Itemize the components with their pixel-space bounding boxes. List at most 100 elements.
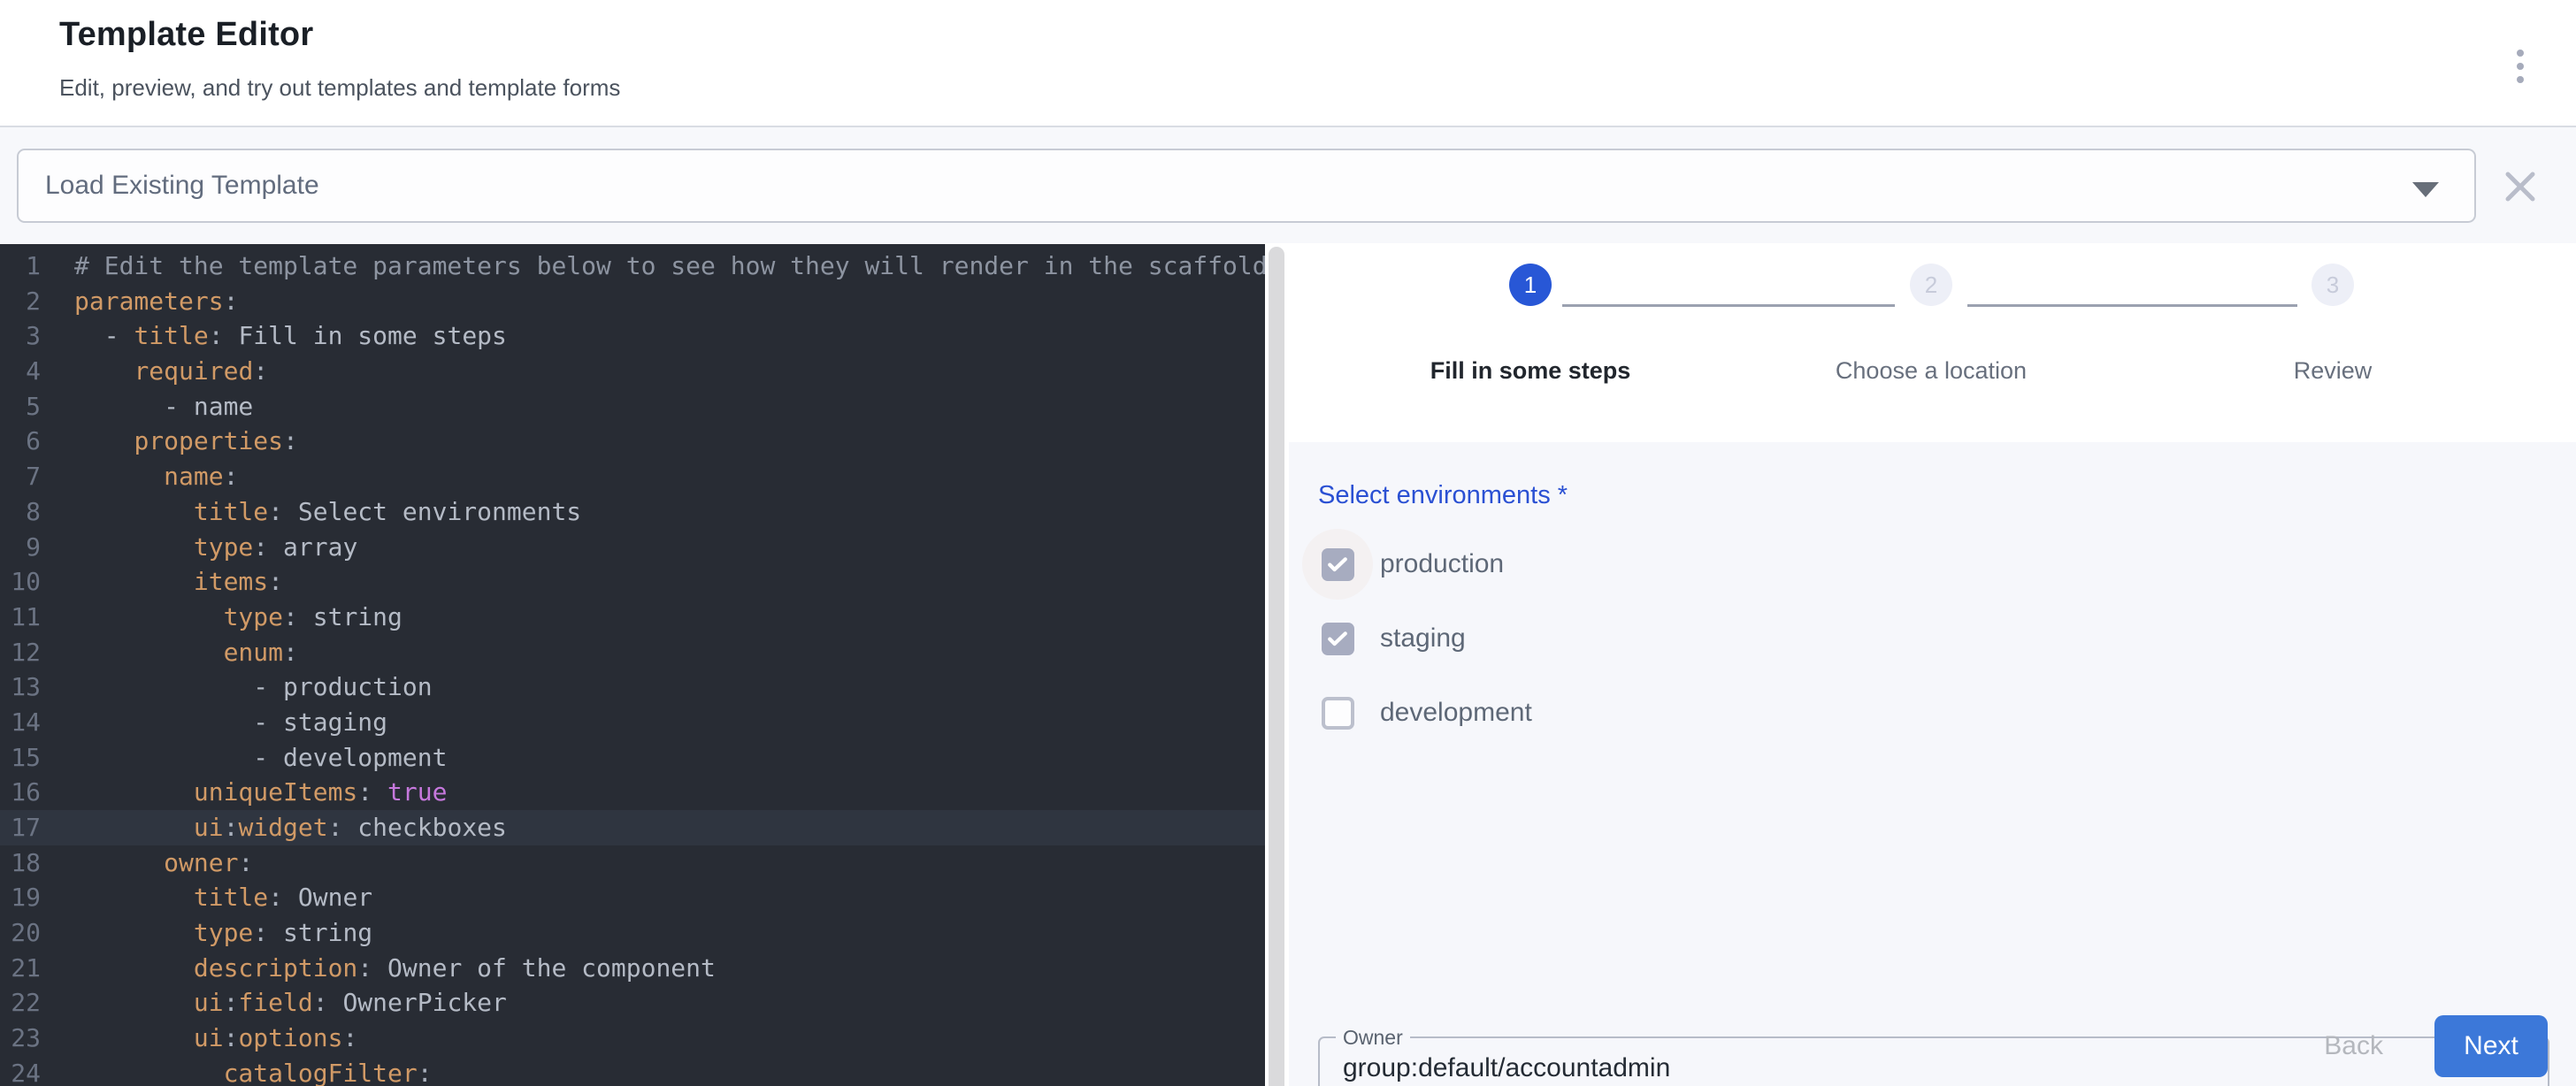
code-text: required: — [41, 354, 268, 389]
load-existing-template-select[interactable]: Load Existing Template — [17, 149, 2476, 223]
checkbox-label[interactable]: production — [1380, 549, 1504, 579]
code-text: uniqueItems: true — [41, 775, 447, 810]
line-number: 24 — [0, 1056, 41, 1086]
line-number: 8 — [0, 494, 41, 530]
step-indicator-3: 3 — [2312, 264, 2354, 306]
page-subtitle: Edit, preview, and try out templates and… — [59, 74, 620, 102]
line-number: 10 — [0, 564, 41, 600]
code-line[interactable]: 15 - development — [0, 740, 1265, 776]
code-line[interactable]: 22 ui:field: OwnerPicker — [0, 985, 1265, 1021]
code-text: ui:widget: checkboxes — [41, 810, 507, 845]
group-label-text: Select environments — [1318, 481, 1551, 509]
code-line[interactable]: 6 properties: — [0, 424, 1265, 459]
line-number: 11 — [0, 600, 41, 635]
code-line[interactable]: 1# Edit the template parameters below to… — [0, 249, 1265, 284]
line-number: 12 — [0, 635, 41, 670]
required-asterisk: * — [1551, 481, 1568, 509]
checkbox-ripple — [1302, 529, 1373, 600]
close-icon — [2498, 164, 2542, 209]
code-text: ui:options: — [41, 1021, 357, 1056]
check-icon — [1324, 551, 1351, 577]
back-button[interactable]: Back — [2312, 1022, 2396, 1070]
checkbox-row-production[interactable]: production — [1302, 527, 1532, 601]
code-line[interactable]: 23 ui:options: — [0, 1021, 1265, 1056]
form-stepper: 1Fill in some steps2Choose a location3Re… — [1284, 244, 2576, 442]
code-line[interactable]: 21 description: Owner of the component — [0, 951, 1265, 986]
code-text: enum: — [41, 635, 298, 670]
vertical-dots-icon — [2517, 50, 2524, 57]
load-template-bar: Load Existing Template — [0, 127, 2576, 243]
page-title: Template Editor — [59, 16, 313, 54]
code-text: name: — [41, 459, 238, 494]
code-line[interactable]: 8 title: Select environments — [0, 494, 1265, 530]
code-line[interactable]: 16 uniqueItems: true — [0, 775, 1265, 810]
vertical-dots-icon — [2517, 76, 2524, 83]
owner-field-value: group:default/accountadmin — [1343, 1053, 1670, 1083]
code-line[interactable]: 17 ui:widget: checkboxes — [0, 810, 1265, 845]
code-line[interactable]: 4 required: — [0, 354, 1265, 389]
code-line[interactable]: 3 - title: Fill in some steps — [0, 318, 1265, 354]
code-text: description: Owner of the component — [41, 951, 716, 986]
checkbox-label[interactable]: development — [1380, 698, 1532, 728]
line-number: 15 — [0, 740, 41, 776]
code-text: type: string — [41, 915, 372, 951]
clear-selection-button[interactable] — [2498, 164, 2542, 209]
editor-scrollbar[interactable] — [1269, 247, 1284, 1086]
checkbox-row-development[interactable]: development — [1302, 676, 1532, 750]
code-line[interactable]: 19 title: Owner — [0, 880, 1265, 915]
code-line[interactable]: 14 - staging — [0, 705, 1265, 740]
code-line[interactable]: 24 catalogFilter: — [0, 1056, 1265, 1086]
checkbox-label[interactable]: staging — [1380, 623, 1466, 654]
checkbox-unchecked[interactable] — [1322, 697, 1354, 730]
next-button[interactable]: Next — [2434, 1015, 2548, 1077]
line-number: 5 — [0, 389, 41, 424]
more-options-button[interactable] — [2498, 35, 2542, 97]
step-label: Fill in some steps — [1309, 357, 1752, 385]
line-number: 18 — [0, 845, 41, 881]
code-line[interactable]: 9 type: array — [0, 530, 1265, 565]
step-label: Review — [2112, 357, 2554, 385]
template-editor-page: Template Editor Edit, preview, and try o… — [0, 0, 2576, 1086]
page-header: Template Editor Edit, preview, and try o… — [0, 0, 2576, 126]
yaml-code-editor[interactable]: 1# Edit the template parameters below to… — [0, 244, 1265, 1086]
step-indicator-2: 2 — [1910, 264, 1952, 306]
code-line[interactable]: 13 - production — [0, 669, 1265, 705]
checkbox-checked[interactable] — [1322, 623, 1354, 655]
code-text: ui:field: OwnerPicker — [41, 985, 507, 1021]
code-text: - production — [41, 669, 433, 705]
code-text: # Edit the template parameters below to … — [41, 249, 1265, 284]
code-text: - development — [41, 740, 447, 776]
code-line[interactable]: 5 - name — [0, 389, 1265, 424]
code-text: type: string — [41, 600, 402, 635]
checkbox-ripple — [1302, 677, 1373, 748]
code-line[interactable]: 11 type: string — [0, 600, 1265, 635]
line-number: 14 — [0, 705, 41, 740]
code-text: title: Owner — [41, 880, 372, 915]
code-line[interactable]: 10 items: — [0, 564, 1265, 600]
code-line[interactable]: 7 name: — [0, 459, 1265, 494]
code-line[interactable]: 20 type: string — [0, 915, 1265, 951]
line-number: 17 — [0, 810, 41, 845]
code-text: properties: — [41, 424, 298, 459]
code-line[interactable]: 12 enum: — [0, 635, 1265, 670]
code-text: parameters: — [41, 284, 238, 319]
code-line[interactable]: 2parameters: — [0, 284, 1265, 319]
wizard-buttons: Back Next — [2312, 1015, 2548, 1077]
step-connector-line — [1562, 304, 1895, 307]
line-number: 9 — [0, 530, 41, 565]
vertical-dots-icon — [2517, 63, 2524, 70]
line-number: 2 — [0, 284, 41, 319]
select-placeholder: Load Existing Template — [45, 171, 319, 201]
step-connector-line — [1967, 304, 2297, 307]
code-text: - name — [41, 389, 253, 424]
line-number: 23 — [0, 1021, 41, 1056]
line-number: 3 — [0, 318, 41, 354]
line-number: 1 — [0, 249, 41, 284]
checkbox-checked[interactable] — [1322, 548, 1354, 581]
checkbox-row-staging[interactable]: staging — [1302, 601, 1532, 676]
caret-down-icon — [2412, 182, 2439, 197]
code-text: catalogFilter: — [41, 1056, 433, 1086]
code-line[interactable]: 18 owner: — [0, 845, 1265, 881]
code-text: items: — [41, 564, 283, 600]
code-text: - staging — [41, 705, 387, 740]
